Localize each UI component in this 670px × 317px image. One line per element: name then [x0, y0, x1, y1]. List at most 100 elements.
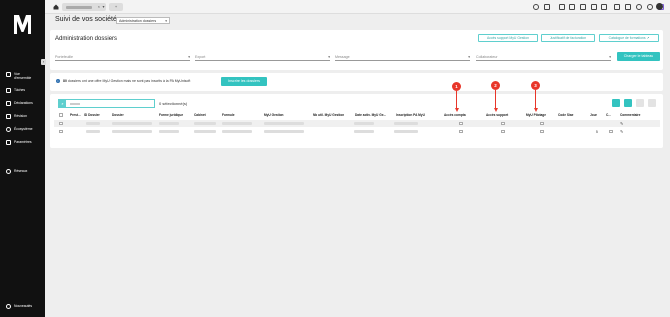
external-link-icon: ↗	[646, 36, 650, 40]
redacted-cell	[354, 130, 374, 133]
sidebar-item-declarations[interactable]: Déclarations	[6, 100, 33, 106]
message-select[interactable]: Message ▾	[335, 54, 470, 61]
register-folders-button[interactable]: Inscrire les dossiers	[221, 77, 267, 86]
row-checkbox[interactable]	[59, 129, 63, 134]
news-icon	[6, 303, 11, 309]
training-catalog-label: Catalogue de formations	[608, 36, 646, 40]
sidebar-item-networks[interactable]: Réseaux	[6, 168, 27, 174]
column-header[interactable]: Accès compta	[444, 113, 466, 117]
top-bar: × ▾ +	[45, 0, 670, 14]
column-header[interactable]: Dossier	[112, 113, 124, 117]
info-count: 80	[63, 79, 67, 83]
filter-placeholder: Message	[335, 55, 350, 59]
review-icon	[6, 113, 11, 119]
support-access-checkbox[interactable]	[501, 129, 505, 134]
row-checkbox[interactable]	[59, 121, 63, 126]
expand-button[interactable]	[636, 99, 644, 107]
column-header[interactable]: Date activ. MyU Ge...	[355, 113, 386, 117]
redacted-cell	[86, 122, 100, 125]
info-message: dossiers ont une offre MyU Gestion mais …	[67, 79, 191, 83]
chevron-down-icon: ▾	[468, 55, 470, 59]
chevron-down-icon[interactable]: ▾	[102, 4, 104, 9]
sidebar-item-news[interactable]: Nouveautés	[6, 303, 32, 309]
chevron-down-icon: ▾	[328, 55, 330, 59]
load-table-button[interactable]: Charger le tableau	[617, 52, 660, 61]
training-catalog-button[interactable]: Catalogue de formations ↗	[599, 34, 659, 42]
compta-access-checkbox[interactable]	[459, 121, 463, 126]
sidebar-collapse-button[interactable]: ‹	[41, 59, 46, 65]
annotation-arrow	[456, 91, 457, 109]
bell-icon[interactable]	[636, 4, 642, 10]
column-header[interactable]: Jour	[590, 113, 597, 117]
annotation-arrow	[535, 90, 536, 109]
search-input[interactable]: ⌕	[58, 99, 155, 108]
new-tab-button[interactable]: +	[109, 3, 123, 11]
collaborator-select[interactable]: Collaborateur ▾	[476, 54, 611, 61]
download-icon[interactable]	[569, 4, 575, 10]
pilotage-checkbox[interactable]	[540, 121, 544, 126]
edit-icon[interactable]: ✎	[620, 121, 623, 126]
column-header[interactable]: Accès support	[486, 113, 508, 117]
chat-icon[interactable]	[614, 4, 620, 10]
document-icon	[6, 100, 11, 106]
sidebar-item-tasks[interactable]: Tâches	[6, 87, 26, 93]
billing-proof-button[interactable]: Justificatif de facturation	[541, 34, 595, 42]
annotation-arrowhead	[493, 108, 498, 112]
settings-icon	[6, 139, 11, 145]
camera-icon[interactable]	[601, 4, 607, 10]
table-row[interactable]: ✎	[54, 120, 660, 127]
upload-icon[interactable]	[580, 4, 586, 10]
support-access-button[interactable]: Accès support MyU Gestion	[478, 34, 538, 42]
sidebar-item-ecosystem[interactable]: Écosystème	[6, 126, 32, 132]
column-header[interactable]: Nb util. MyU Gestion	[313, 113, 344, 117]
portfolio-select[interactable]: Portefeuille ▾	[55, 54, 190, 61]
home-icon[interactable]	[53, 4, 59, 10]
search-icon[interactable]	[533, 4, 539, 10]
redacted-cell	[112, 122, 152, 125]
pilotage-checkbox[interactable]	[540, 129, 544, 134]
support-access-checkbox[interactable]	[501, 121, 505, 126]
export-select[interactable]: Export ▾	[195, 54, 330, 61]
keyboard-icon[interactable]	[544, 4, 550, 10]
sidebar-item-overview[interactable]: Vue d'ensemble	[6, 71, 31, 80]
filter-placeholder: Collaborateur	[476, 55, 498, 59]
sidebar-item-label: Tâches	[14, 88, 26, 92]
compta-access-checkbox[interactable]	[459, 129, 463, 134]
column-header[interactable]: C...	[606, 113, 611, 117]
redacted-cell	[194, 122, 216, 125]
column-header[interactable]: Code Siae	[558, 113, 573, 117]
row-checkbox[interactable]	[609, 129, 613, 134]
close-icon[interactable]: ×	[98, 4, 100, 9]
column-header[interactable]: Inscription PA MyU	[396, 113, 425, 117]
external-link-icon[interactable]	[559, 4, 565, 10]
column-header[interactable]: Prest...	[70, 113, 81, 117]
help-icon[interactable]	[647, 4, 653, 10]
column-header[interactable]: Formule	[222, 113, 235, 117]
table-row[interactable]: 5 ✎	[54, 128, 660, 135]
column-header[interactable]: Commentaire	[620, 113, 640, 117]
view-select[interactable]: Administration dossiers ▾	[116, 17, 170, 24]
column-header[interactable]: MyU Pilotage	[526, 113, 546, 117]
app-logo[interactable]	[13, 13, 32, 35]
sidebar: ‹ Vue d'ensemble Tâches Déclarations Rév…	[0, 0, 46, 317]
sidebar-item-settings[interactable]: Paramètres	[6, 139, 32, 145]
column-header[interactable]: Forme juridique	[159, 113, 183, 117]
select-all-checkbox[interactable]	[59, 113, 63, 117]
column-header[interactable]: ID Dossier	[84, 113, 100, 117]
sidebar-item-revision[interactable]: Révision	[6, 113, 28, 119]
section-title: Administration dossiers	[55, 36, 118, 42]
tab-label-redacted	[66, 6, 92, 9]
filter-button[interactable]	[624, 99, 632, 107]
fullscreen-button[interactable]	[648, 99, 656, 107]
grid-apps-icon[interactable]	[625, 4, 631, 10]
avatar[interactable]	[656, 3, 663, 10]
sidebar-item-label: Révision	[14, 114, 28, 118]
calculator-icon[interactable]	[591, 4, 597, 10]
column-header[interactable]: MyU Gestion	[264, 113, 283, 117]
export-excel-button[interactable]	[612, 99, 620, 107]
column-header[interactable]: Cabinet	[194, 113, 206, 117]
edit-icon[interactable]: ✎	[620, 129, 623, 134]
selection-count: 0 sélectionné(s)	[159, 101, 188, 106]
company-tab[interactable]: × ▾	[62, 3, 106, 11]
search-value-redacted	[70, 103, 80, 105]
